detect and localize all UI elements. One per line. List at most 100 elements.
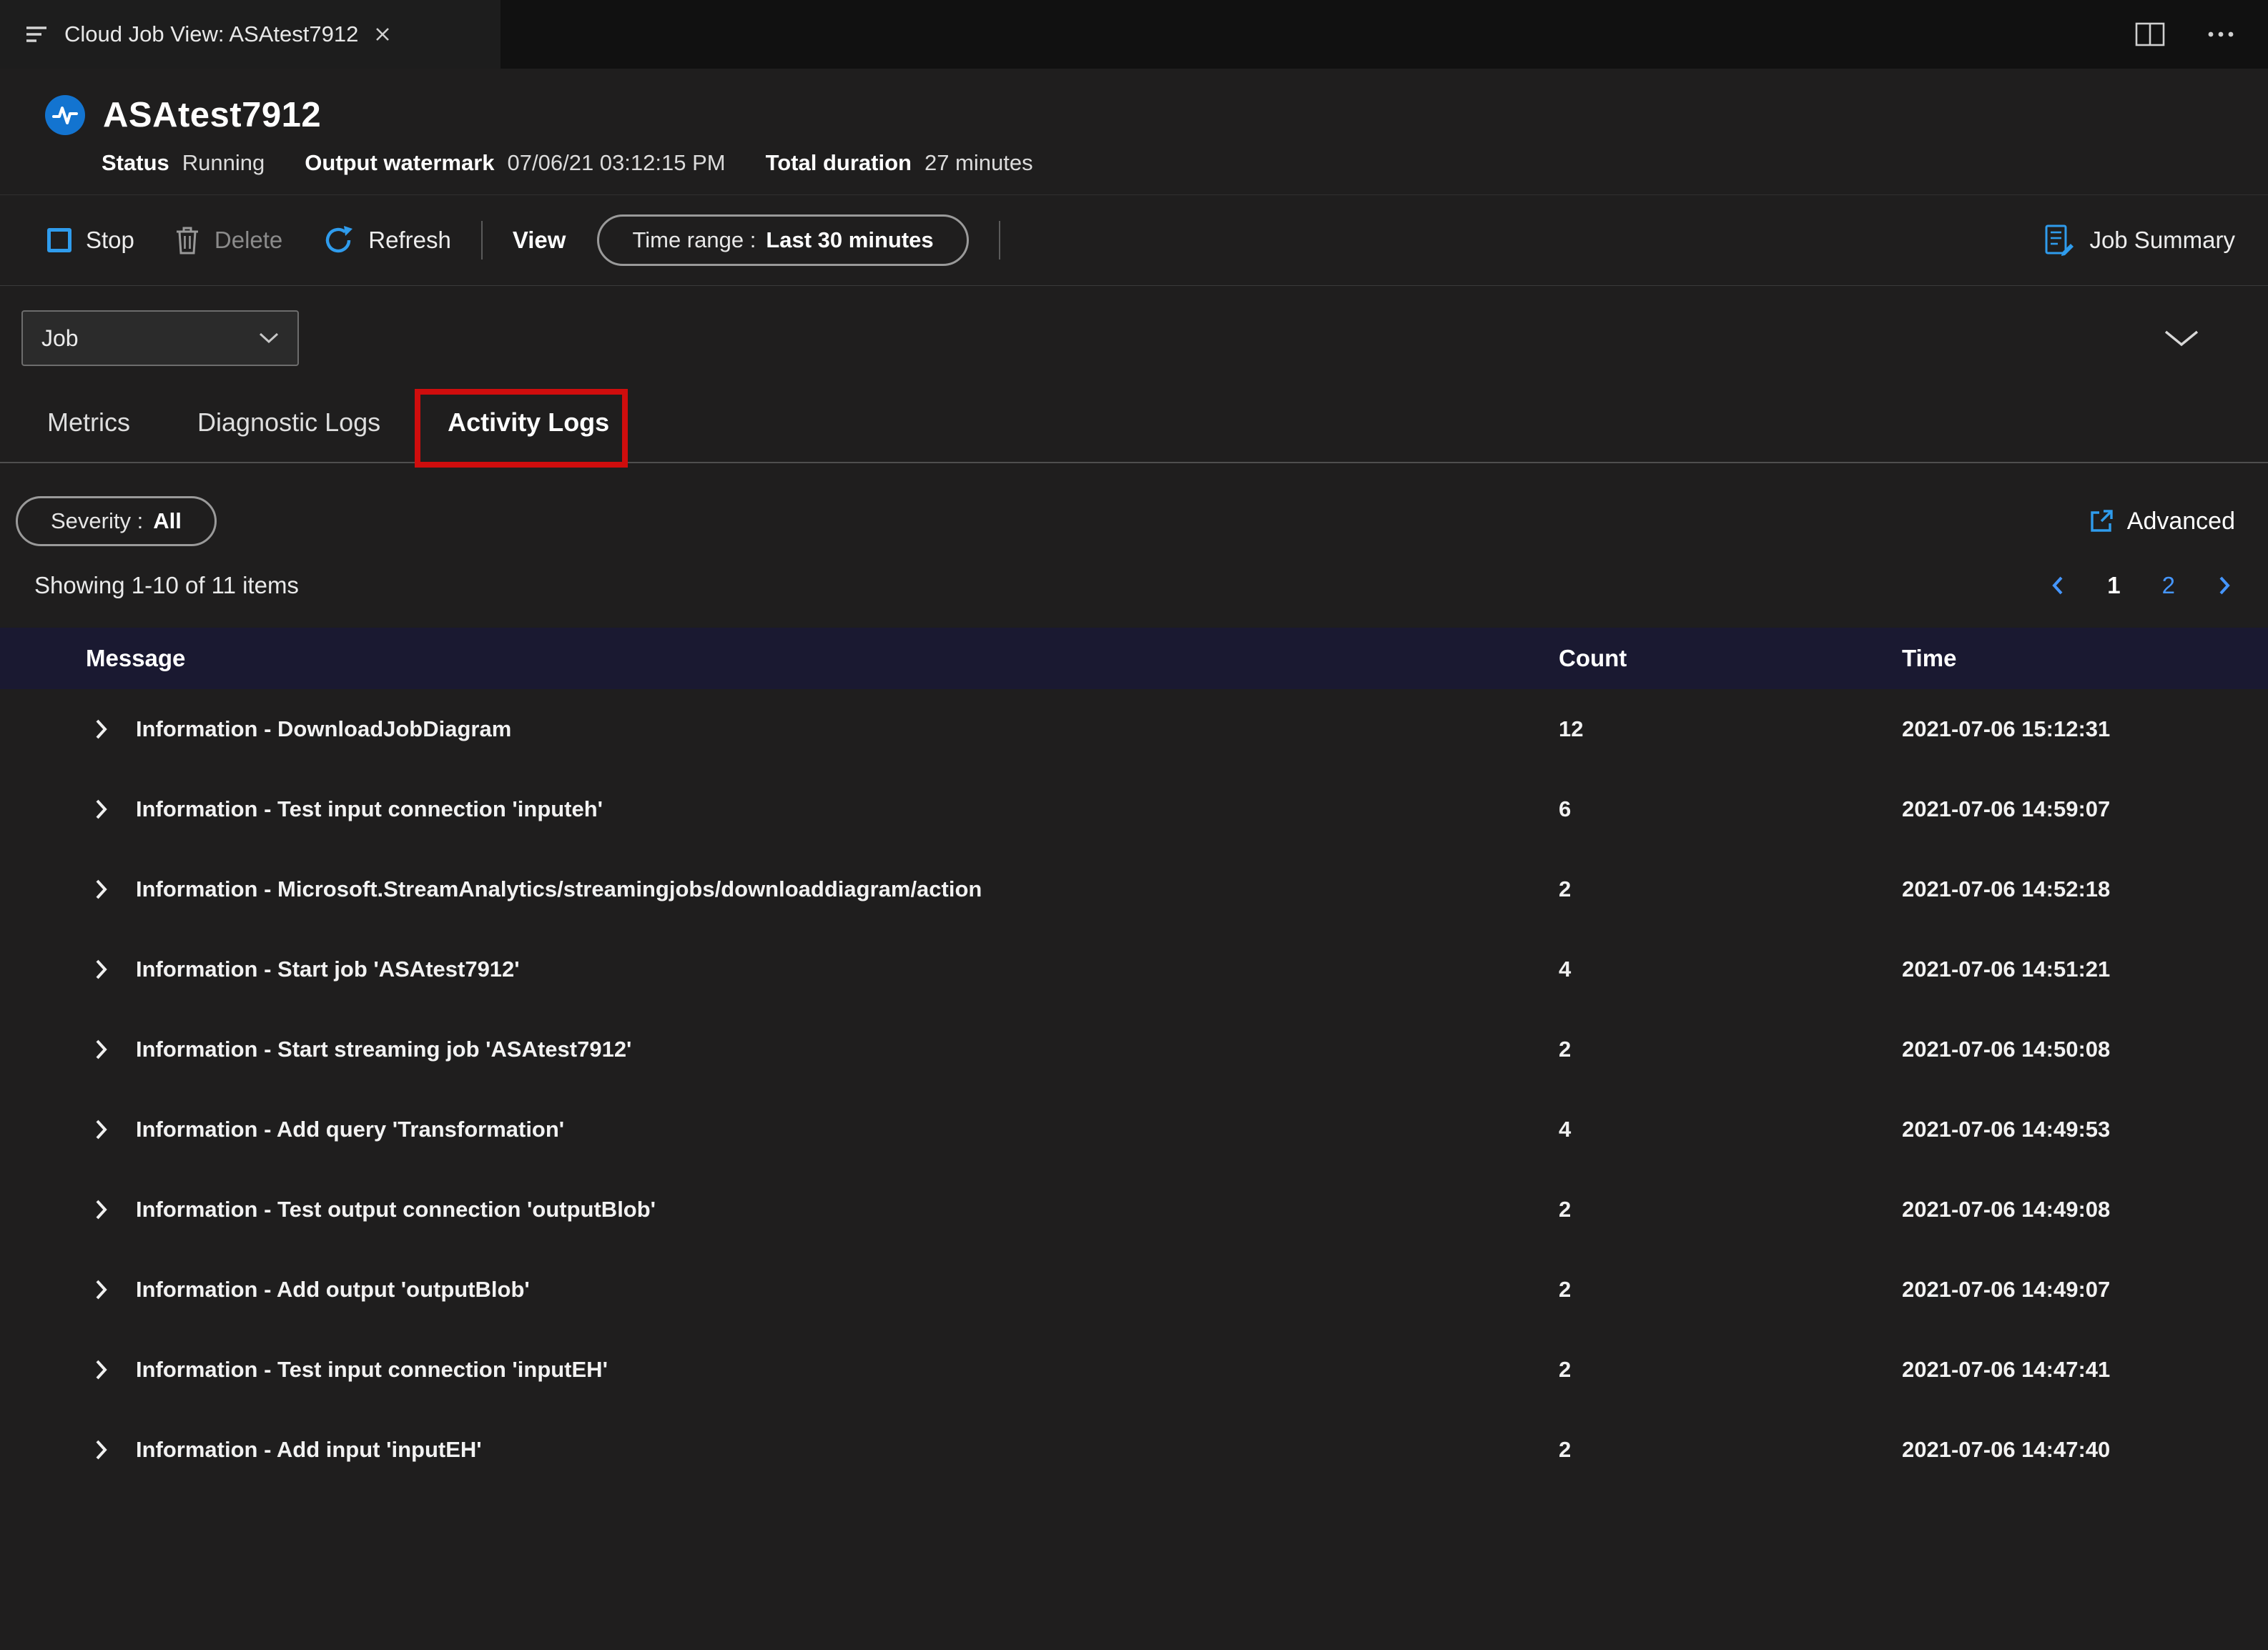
close-tab-icon[interactable] [374,26,391,43]
status-value: Running [182,150,265,175]
job-summary-icon [2043,224,2075,257]
log-time: 2021-07-06 14:49:08 [1902,1197,2111,1222]
editor-tab-bar: Cloud Job View: ASAtest7912 [0,0,2268,69]
log-message: Information - Test input connection 'inp… [136,1357,608,1382]
refresh-button[interactable]: Refresh [322,224,451,256]
expand-row-chevron-icon[interactable] [94,957,109,982]
log-count: 2 [1559,1037,1572,1062]
table-row[interactable]: Information - Test output connection 'ou… [0,1170,2268,1250]
log-message: Information - Add query 'Transformation' [136,1117,565,1142]
log-count: 12 [1559,716,1584,741]
tab-metrics[interactable]: Metrics [47,407,130,438]
results-summary-row: Showing 1-10 of 11 items 1 2 [0,546,2268,599]
stop-label: Stop [86,227,134,253]
log-count: 2 [1559,1357,1572,1382]
log-time: 2021-07-06 14:47:41 [1902,1357,2111,1382]
log-count: 4 [1559,957,1572,982]
tab-diagnostic-logs[interactable]: Diagnostic Logs [197,407,380,438]
log-message: Information - Microsoft.StreamAnalytics/… [136,876,982,901]
log-count: 2 [1559,1437,1572,1462]
log-time: 2021-07-06 15:12:31 [1902,716,2111,741]
column-header-message: Message [86,645,186,671]
advanced-label: Advanced [2126,507,2235,535]
column-header-time: Time [1902,645,1957,671]
log-view-tabs: Metrics Diagnostic Logs Activity Logs [0,389,2268,468]
log-time: 2021-07-06 14:59:07 [1902,796,2111,821]
expand-row-chevron-icon[interactable] [94,1117,109,1142]
page-1-button[interactable]: 1 [2107,572,2120,599]
toolbar-divider [480,221,483,260]
job-filter-row: Job [0,286,2268,390]
tab-activity-logs[interactable]: Activity Logs [448,407,609,437]
collapse-section-chevron-icon[interactable] [2164,328,2199,348]
log-message: Information - Start job 'ASAtest7912' [136,957,520,982]
expand-row-chevron-icon[interactable] [94,1438,109,1462]
job-summary-button[interactable]: Job Summary [2043,224,2235,257]
time-range-label: Time range : [632,227,756,252]
log-message: Information - Test output connection 'ou… [136,1197,656,1222]
status-label: Status [102,150,169,175]
more-actions-icon[interactable] [2207,30,2235,39]
showing-items-text: Showing 1-10 of 11 items [34,572,299,598]
job-dropdown-value: Job [41,325,79,351]
table-row[interactable]: Information - Add output 'outputBlob' 2 … [0,1250,2268,1330]
pagination: 1 2 [2050,572,2232,599]
expand-row-chevron-icon[interactable] [94,797,109,821]
expand-row-chevron-icon[interactable] [94,877,109,901]
table-row[interactable]: Information - Microsoft.StreamAnalytics/… [0,849,2268,929]
split-editor-icon[interactable] [2135,22,2165,46]
activity-log-table: Message Count Time Information - Downloa… [0,628,2268,1490]
tab-title: Cloud Job View: ASAtest7912 [64,21,359,46]
trash-icon [174,225,200,255]
log-message: Information - Add input 'inputEH' [136,1437,482,1462]
expand-row-chevron-icon[interactable] [94,1037,109,1062]
log-message: Information - DownloadJobDiagram [136,716,512,741]
log-message: Information - Add output 'outputBlob' [136,1277,530,1302]
refresh-icon [322,224,354,256]
delete-button[interactable]: Delete [174,225,282,255]
next-page-icon[interactable] [2217,575,2232,596]
advanced-button[interactable]: Advanced [2089,508,2235,535]
watermark-label: Output watermark [305,150,495,175]
table-row[interactable]: Information - Start job 'ASAtest7912' 4 … [0,929,2268,1009]
table-row[interactable]: Information - DownloadJobDiagram 12 2021… [0,689,2268,769]
watermark-value: 07/06/21 03:12:15 PM [507,150,726,175]
job-dropdown[interactable]: Job [21,310,299,366]
cloud-job-view-tab[interactable]: Cloud Job View: ASAtest7912 [0,0,501,69]
duration-value: 27 minutes [924,150,1033,175]
page-2-button[interactable]: 2 [2162,572,2175,599]
severity-filter-pill[interactable]: Severity : All [16,496,217,546]
expand-row-chevron-icon[interactable] [94,1278,109,1302]
log-time: 2021-07-06 14:47:40 [1902,1437,2111,1462]
expand-row-chevron-icon[interactable] [94,717,109,741]
stop-button[interactable]: Stop [47,227,134,254]
severity-label: Severity : [51,508,144,533]
log-controls-row: Severity : All Advanced [0,463,2268,546]
delete-label: Delete [214,227,283,253]
tab-bar-spacer [501,0,2135,69]
job-header: ASAtest7912 Status Running Output waterm… [0,69,2268,176]
table-row[interactable]: Information - Test input connection 'inp… [0,1330,2268,1410]
log-message: Information - Start streaming job 'ASAte… [136,1037,632,1062]
stream-analytics-logo-icon [44,94,86,136]
log-time: 2021-07-06 14:49:53 [1902,1117,2111,1142]
table-row[interactable]: Information - Start streaming job 'ASAte… [0,1009,2268,1090]
table-row[interactable]: Information - Test input connection 'inp… [0,769,2268,849]
log-time: 2021-07-06 14:51:21 [1902,957,2111,982]
table-row[interactable]: Information - Add query 'Transformation'… [0,1090,2268,1170]
job-toolbar: Stop Delete Refresh View Time range : La… [0,194,2268,286]
open-external-icon [2089,508,2114,534]
table-row[interactable]: Information - Add input 'inputEH' 2 2021… [0,1410,2268,1490]
log-time: 2021-07-06 14:50:08 [1902,1037,2111,1062]
log-count: 2 [1559,876,1572,901]
previous-page-icon[interactable] [2050,575,2066,596]
page-title: ASAtest7912 [103,96,322,134]
log-time: 2021-07-06 14:49:07 [1902,1277,2111,1302]
stop-icon [47,228,72,252]
log-message: Information - Test input connection 'inp… [136,796,603,821]
expand-row-chevron-icon[interactable] [94,1197,109,1222]
expand-row-chevron-icon[interactable] [94,1358,109,1382]
job-summary-label: Job Summary [2089,227,2235,253]
toolbar-divider-2 [998,221,1000,260]
time-range-pill[interactable]: Time range : Last 30 minutes [597,214,969,266]
